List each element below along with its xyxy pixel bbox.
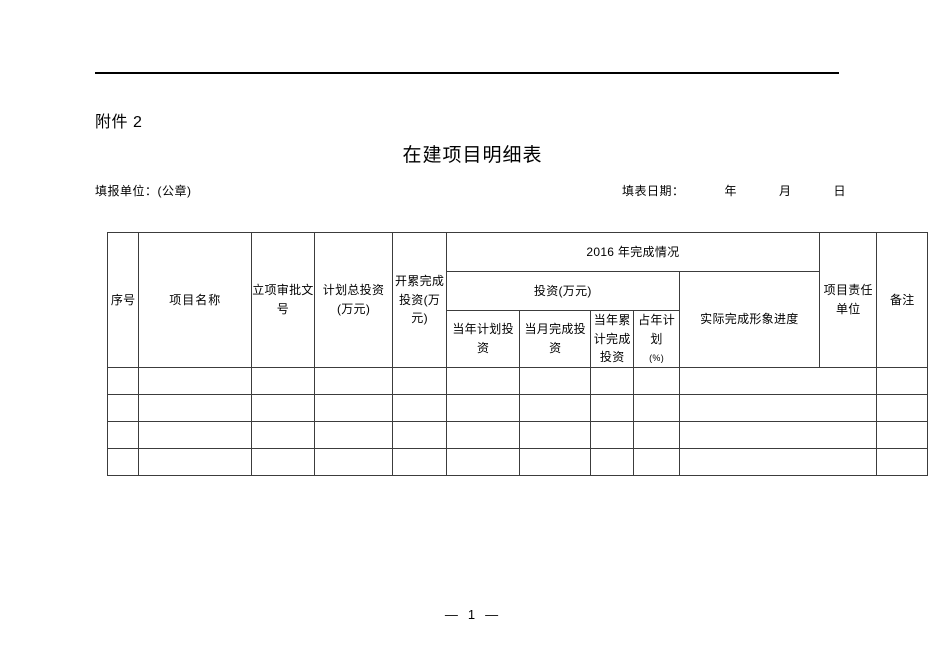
table-cell[interactable] xyxy=(519,420,592,449)
project-detail-table: 序号 项目名称 立项审批文号 计划总投资(万元) 开累完成投资(万元) 2016… xyxy=(106,232,928,476)
table-cell[interactable] xyxy=(519,366,592,395)
table-cell[interactable] xyxy=(678,420,878,449)
table-cell[interactable] xyxy=(678,393,878,422)
header-row-1: 序号 项目名称 立项审批文号 计划总投资(万元) 开累完成投资(万元) 2016… xyxy=(106,232,928,368)
reporting-unit-label: 填报单位：(公章) xyxy=(95,184,192,198)
header-seq-no: 序号 xyxy=(106,232,140,368)
page-footer: — 1 — xyxy=(0,607,945,622)
header-investment-group: 投资(万元) xyxy=(445,271,680,311)
table-cell[interactable] xyxy=(678,447,878,476)
table-cell[interactable] xyxy=(633,447,680,476)
fill-date-label: 填表日期： xyxy=(622,184,685,198)
page-title: 在建项目明细表 xyxy=(402,145,543,166)
table-cell[interactable] xyxy=(876,366,928,395)
table-cell[interactable] xyxy=(251,420,315,449)
table-cell[interactable] xyxy=(392,393,447,422)
table-cell[interactable] xyxy=(138,447,253,476)
table-row[interactable] xyxy=(106,447,928,476)
table-cell[interactable] xyxy=(251,366,315,395)
fill-date-line: 填表日期： 年 月 日 xyxy=(622,182,846,199)
table-cell[interactable] xyxy=(392,366,447,395)
header-responsible-unit: 项目责任单位 xyxy=(818,232,878,368)
table-cell[interactable] xyxy=(590,366,635,395)
table-cell[interactable] xyxy=(876,420,928,449)
percent-symbol: (%) xyxy=(649,353,665,364)
table-cell[interactable] xyxy=(392,447,447,476)
header-remarks: 备注 xyxy=(876,232,928,368)
table-cell[interactable] xyxy=(313,366,394,395)
table-cell[interactable] xyxy=(876,447,928,476)
table-cell[interactable] xyxy=(633,393,680,422)
table-cell[interactable] xyxy=(633,420,680,449)
table-cell[interactable] xyxy=(445,420,521,449)
header-approval-doc-no: 立项审批文号 xyxy=(251,232,315,368)
project-detail-table-wrapper: 序号 项目名称 立项审批文号 计划总投资(万元) 开累完成投资(万元) 2016… xyxy=(106,232,928,476)
header-current-month-completed-investment: 当月完成投资 xyxy=(519,310,592,368)
table-cell[interactable] xyxy=(138,420,253,449)
table-cell[interactable] xyxy=(392,420,447,449)
table-cell[interactable] xyxy=(590,420,635,449)
table-row[interactable] xyxy=(106,393,928,422)
table-data-body xyxy=(106,366,928,476)
table-cell[interactable] xyxy=(633,366,680,395)
table-cell[interactable] xyxy=(445,447,521,476)
header-project-name: 项目名称 xyxy=(138,232,253,368)
attachment-label: 附件 2 xyxy=(95,114,143,131)
header-rule xyxy=(95,72,839,74)
table-cell[interactable] xyxy=(445,393,521,422)
month-unit: 月 xyxy=(779,184,792,198)
footer-dash-left: — xyxy=(444,607,460,622)
header-actual-physical-progress: 实际完成形象进度 xyxy=(678,271,821,368)
table-cell[interactable] xyxy=(251,393,315,422)
year-unit: 年 xyxy=(724,184,738,198)
header-current-year-planned-investment: 当年计划投资 xyxy=(445,310,521,368)
table-cell[interactable] xyxy=(138,393,253,422)
header-cumulative-completed-investment: 开累完成投资(万元) xyxy=(392,232,447,368)
percent-of-year-plan-text: 占年计划 xyxy=(638,313,676,346)
table-cell[interactable] xyxy=(519,447,592,476)
table-cell[interactable] xyxy=(106,393,140,422)
table-cell[interactable] xyxy=(590,393,635,422)
table-cell[interactable] xyxy=(519,393,592,422)
footer-page-number: 1 xyxy=(467,607,478,622)
day-unit: 日 xyxy=(833,184,847,198)
table-cell[interactable] xyxy=(251,447,315,476)
table-cell[interactable] xyxy=(138,366,253,395)
table-row[interactable] xyxy=(106,420,928,449)
header-current-year-cumulative-completed-investment: 当年累计完成投资 xyxy=(590,310,635,368)
table-cell[interactable] xyxy=(106,447,140,476)
header-percent-of-year-plan: 占年计划 (%) xyxy=(633,310,680,368)
table-cell[interactable] xyxy=(313,447,394,476)
table-cell[interactable] xyxy=(590,447,635,476)
document-page: 附件 2 在建项目明细表 填报单位：(公章) 填表日期： 年 月 日 序号 项目名称 … xyxy=(0,0,945,669)
table-cell[interactable] xyxy=(313,393,394,422)
footer-dash-right: — xyxy=(485,607,501,622)
table-cell[interactable] xyxy=(106,420,140,449)
table-row[interactable] xyxy=(106,366,928,395)
table-cell[interactable] xyxy=(445,366,521,395)
header-planned-total-investment: 计划总投资(万元) xyxy=(313,232,394,368)
table-cell[interactable] xyxy=(876,393,928,422)
header-year-completion-group: 2016 年完成情况 xyxy=(445,232,821,272)
table-cell[interactable] xyxy=(106,366,140,395)
table-cell[interactable] xyxy=(678,366,878,395)
table-cell[interactable] xyxy=(313,420,394,449)
